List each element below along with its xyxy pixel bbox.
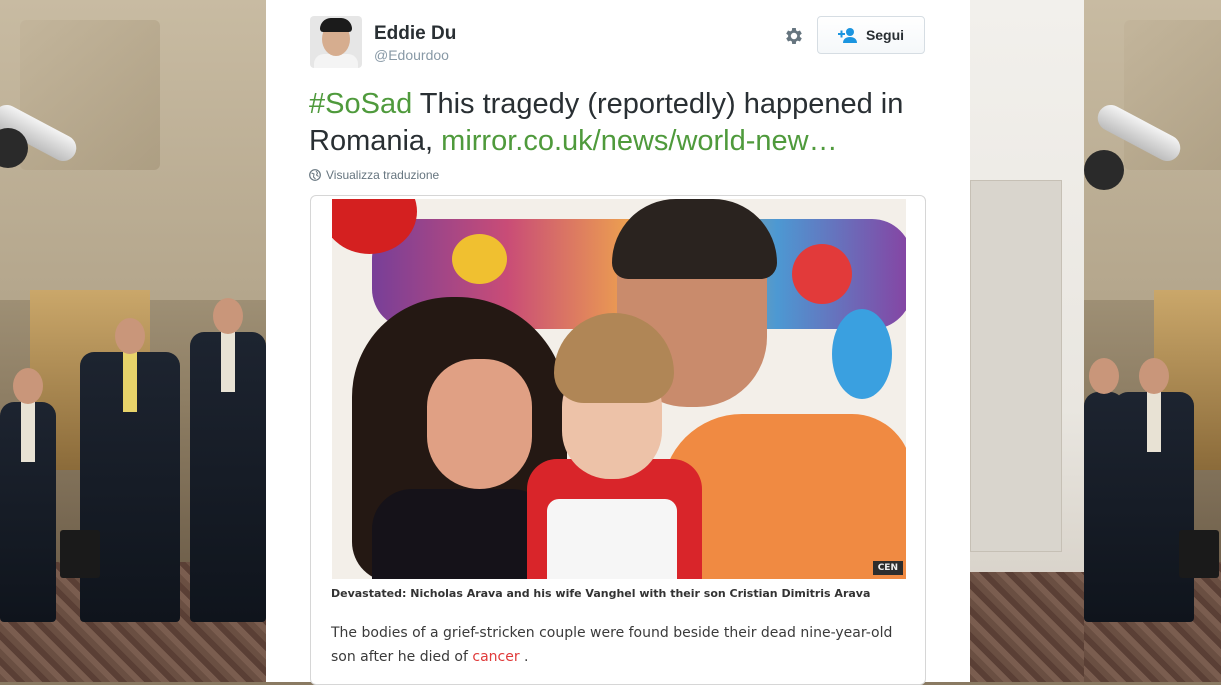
follow-label: Segui xyxy=(865,27,905,43)
globe-icon xyxy=(309,169,321,181)
tweet-card: Eddie Du @Edourdoo Segui #SoSad This tra… xyxy=(266,0,970,685)
article-link[interactable]: mirror.co.uk/news/world-new… xyxy=(441,125,837,157)
author-handle[interactable]: @Edourdoo xyxy=(374,47,449,63)
cancer-link[interactable]: cancer xyxy=(472,649,519,665)
translate-label: Visualizza traduzione xyxy=(326,168,440,182)
translate-link[interactable]: Visualizza traduzione xyxy=(309,168,439,182)
article-body: The bodies of a grief-stricken couple we… xyxy=(331,621,911,669)
author-name[interactable]: Eddie Du xyxy=(374,23,456,45)
photo-credit: CEN xyxy=(872,561,903,575)
gear-icon[interactable] xyxy=(783,25,805,47)
hashtag-link[interactable]: #SoSad xyxy=(309,88,412,120)
article-body-end: . xyxy=(519,649,529,665)
article-photo: CEN xyxy=(332,199,906,579)
article-body-text: The bodies of a grief-stricken couple we… xyxy=(331,625,893,665)
background-photo-middle xyxy=(970,0,1084,682)
author-avatar[interactable] xyxy=(310,16,362,68)
background-photo-right xyxy=(1084,0,1221,682)
photo-caption: Devastated: Nicholas Arava and his wife … xyxy=(331,587,871,600)
add-user-icon xyxy=(837,28,857,43)
article-preview-card[interactable]: CEN Devastated: Nicholas Arava and his w… xyxy=(310,195,926,685)
follow-button[interactable]: Segui xyxy=(817,16,925,54)
background-photo-left xyxy=(0,0,266,682)
tweet-text: #SoSad This tragedy (reportedly) happene… xyxy=(309,86,929,160)
